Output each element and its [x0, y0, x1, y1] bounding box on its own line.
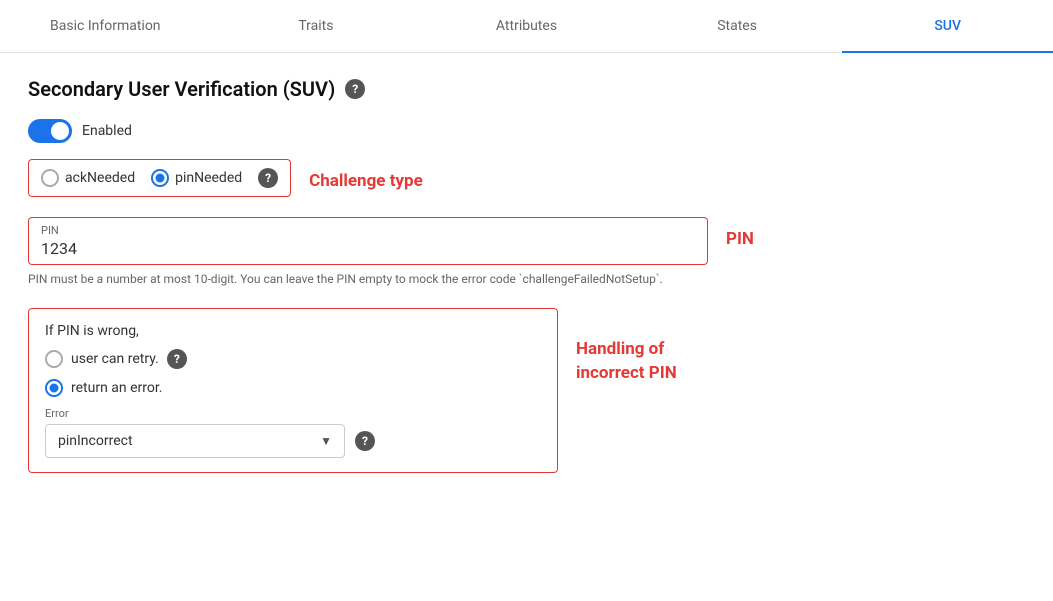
- error-dropdown-section: Error pinIncorrect ▼ ?: [45, 407, 541, 458]
- pin-hint: PIN must be a number at most 10-digit. Y…: [28, 271, 708, 288]
- pin-section: PIN 1234 PIN must be a number at most 10…: [28, 217, 1025, 304]
- radio-pin-needed-circle: [151, 169, 169, 187]
- radio-retry-label: user can retry.: [71, 351, 159, 367]
- main-content: Secondary User Verification (SUV) ? Enab…: [0, 53, 1053, 497]
- pin-annotation: PIN: [726, 229, 754, 249]
- challenge-type-help-icon[interactable]: ?: [258, 168, 278, 188]
- error-dropdown-value: pinIncorrect: [58, 433, 133, 449]
- challenge-type-annotation: Challenge type: [309, 171, 423, 191]
- radio-retry-circle[interactable]: [45, 350, 63, 368]
- enabled-toggle-row: Enabled: [28, 119, 1025, 143]
- incorrect-pin-box: If PIN is wrong, user can retry. ? retur…: [28, 308, 558, 473]
- radio-ack-needed-label: ackNeeded: [65, 170, 135, 186]
- radio-retry-row: user can retry. ?: [45, 349, 541, 369]
- radio-ack-needed-circle: [41, 169, 59, 187]
- enabled-toggle[interactable]: [28, 119, 72, 143]
- section-title: Secondary User Verification (SUV) ?: [28, 77, 1025, 101]
- tab-traits[interactable]: Traits: [211, 0, 422, 52]
- pin-input-wrapper: PIN 1234: [28, 217, 708, 265]
- retry-help-icon[interactable]: ?: [167, 349, 187, 369]
- pin-input-label: PIN: [41, 224, 695, 237]
- tab-suv[interactable]: SUV: [842, 0, 1053, 52]
- dropdown-arrow-icon: ▼: [320, 434, 332, 448]
- title-help-icon[interactable]: ?: [345, 79, 365, 99]
- radio-error-circle[interactable]: [45, 379, 63, 397]
- pin-input-value[interactable]: 1234: [41, 239, 695, 258]
- tab-states[interactable]: States: [632, 0, 843, 52]
- incorrect-pin-annotation: Handling ofincorrect PIN: [576, 338, 677, 386]
- error-dropdown-row: pinIncorrect ▼ ?: [45, 424, 541, 458]
- tab-basic-information[interactable]: Basic Information: [0, 0, 211, 52]
- radio-pin-needed-label: pinNeeded: [175, 170, 242, 186]
- error-dropdown-label: Error: [45, 407, 541, 420]
- radio-ack-needed[interactable]: ackNeeded: [41, 169, 135, 187]
- challenge-type-box: ackNeeded pinNeeded ?: [28, 159, 291, 197]
- section-title-text: Secondary User Verification (SUV): [28, 77, 335, 101]
- enabled-label: Enabled: [82, 123, 132, 139]
- radio-error-label: return an error.: [71, 380, 162, 396]
- tab-attributes[interactable]: Attributes: [421, 0, 632, 52]
- tab-bar: Basic Information Traits Attributes Stat…: [0, 0, 1053, 53]
- radio-error-row: return an error.: [45, 379, 541, 397]
- error-dropdown-help-icon[interactable]: ?: [355, 431, 375, 451]
- error-dropdown[interactable]: pinIncorrect ▼: [45, 424, 345, 458]
- incorrect-pin-title: If PIN is wrong,: [45, 323, 541, 339]
- radio-pin-needed[interactable]: pinNeeded: [151, 169, 242, 187]
